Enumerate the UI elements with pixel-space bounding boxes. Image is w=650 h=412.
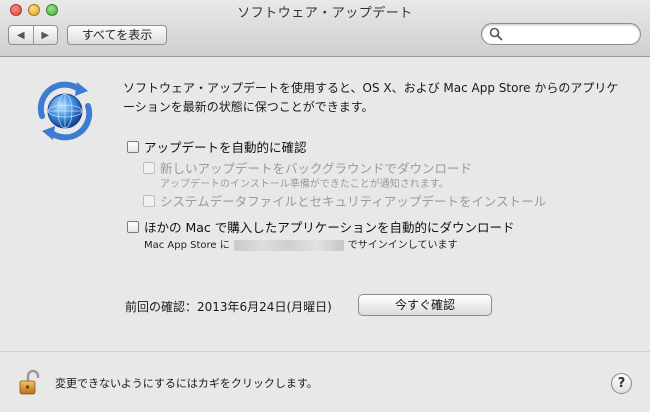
help-button[interactable]: ?	[611, 373, 632, 394]
auto-download-purchases-checkbox[interactable]	[127, 220, 139, 233]
lock-instruction-text: 変更できないようにするにはカギをクリックします。	[55, 377, 318, 390]
auto-check-option[interactable]: アップデートを自動的に確認	[127, 137, 307, 156]
back-arrow-icon: ◀	[16, 29, 25, 41]
check-now-button[interactable]: 今すぐ確認	[358, 294, 492, 316]
install-system-data-option: システムデータファイルとセキュリティアップデートをインストール	[143, 191, 546, 210]
software-update-icon	[37, 81, 93, 141]
signin-status: Mac App Store に でサインインしています	[144, 236, 457, 251]
title-toolbar: ソフトウェア・アップデート ◀ ▶ すべてを表示	[0, 0, 650, 57]
redacted-account	[233, 239, 344, 251]
signin-prefix: Mac App Store に	[144, 240, 230, 251]
auto-download-purchases-label: ほかの Mac で購入したアプリケーションを自動的にダウンロード	[144, 220, 515, 235]
background-download-note: アップデートのインストール準備ができたことが通知されます。	[160, 179, 449, 190]
search-input[interactable]	[506, 26, 634, 42]
signin-suffix: でサインインしています	[347, 240, 458, 251]
back-button[interactable]: ◀	[9, 26, 33, 44]
show-all-button[interactable]: すべてを表示	[67, 25, 167, 45]
auto-download-purchases-option[interactable]: ほかの Mac で購入したアプリケーションを自動的にダウンロード	[127, 217, 515, 236]
last-check-text: 前回の確認：2013年6月24日(月曜日)	[125, 300, 332, 314]
search-field[interactable]	[481, 23, 641, 45]
search-icon	[489, 27, 503, 41]
window-title: ソフトウェア・アップデート	[237, 6, 413, 21]
back-forward-control: ◀ ▶	[8, 25, 58, 45]
auto-check-checkbox[interactable]	[127, 140, 139, 153]
preferences-window: ソフトウェア・アップデート ◀ ▶ すべてを表示 ソフトウェア・アップデートを使…	[0, 0, 650, 412]
auto-check-label: アップデートを自動的に確認	[144, 140, 307, 155]
install-system-data-checkbox	[143, 194, 155, 207]
description-text: ソフトウェア・アップデートを使用すると、OS X、および Mac App Sto…	[123, 81, 619, 114]
forward-button[interactable]: ▶	[32, 26, 58, 44]
install-system-data-label: システムデータファイルとセキュリティアップデートをインストール	[160, 194, 547, 209]
forward-arrow-icon: ▶	[41, 29, 50, 41]
lock-icon[interactable]	[18, 369, 42, 395]
divider	[0, 351, 650, 352]
help-icon: ?	[617, 376, 626, 391]
background-download-checkbox	[143, 161, 155, 174]
